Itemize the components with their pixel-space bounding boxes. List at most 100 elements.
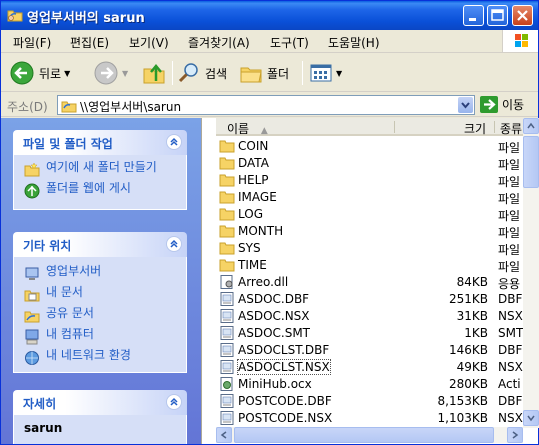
maximize-button[interactable] — [487, 5, 508, 26]
column-name-label: 이름 — [227, 122, 250, 136]
menu-view[interactable]: 보기(V) — [129, 34, 169, 51]
go-button[interactable]: 이동 — [480, 96, 524, 113]
close-button[interactable] — [512, 5, 533, 26]
search-button[interactable]: 검색 — [177, 59, 227, 87]
menu-edit[interactable]: 편집(E) — [70, 34, 109, 51]
task-publish-web[interactable]: 폴더를 웹에 게시 — [24, 182, 178, 199]
folder-share-icon — [61, 101, 77, 113]
file-row[interactable]: SYS 파일 — [216, 240, 523, 257]
folders-label: 폴더 — [267, 66, 290, 81]
scroll-right-button[interactable] — [507, 427, 523, 443]
shared-documents-icon — [24, 311, 40, 323]
place-network[interactable]: 내 네트워크 환경 — [24, 349, 178, 366]
place-shared-documents[interactable]: 공유 문서 — [24, 307, 178, 324]
scroll-thumb[interactable] — [523, 136, 539, 188]
up-folder-button[interactable] — [142, 59, 166, 87]
file-tasks-header[interactable]: 파일 및 폴더 작업 — [13, 130, 187, 155]
file-type: Acti — [498, 377, 521, 391]
horizontal-scrollbar[interactable] — [216, 427, 523, 443]
file-row[interactable]: ASDOC.DBF 251KB DBF — [216, 291, 523, 308]
folder-icon — [219, 173, 235, 187]
sort-ascending-icon: ▲ — [260, 126, 268, 136]
file-size: 49KB — [456, 360, 488, 374]
folders-button[interactable]: 폴더 — [239, 59, 289, 87]
search-icon — [178, 63, 198, 83]
folder-icon — [219, 139, 235, 153]
folders-icon — [240, 67, 262, 83]
maximize-icon — [491, 9, 504, 21]
file-row[interactable]: POSTCODE.NSX 1,103KB NSX — [216, 410, 523, 427]
collapse-chevron-icon[interactable] — [166, 134, 182, 150]
file-row[interactable]: HELP 파일 — [216, 172, 523, 189]
my-computer-icon — [25, 329, 39, 345]
menu-tools[interactable]: 도구(T) — [270, 34, 309, 51]
file-name: ASDOC.NSX — [238, 309, 310, 323]
file-type: 파일 — [498, 192, 521, 206]
file-row[interactable]: POSTCODE.DBF 8,153KB DBF — [216, 393, 523, 410]
other-places-title: 기타 위치 — [23, 239, 72, 253]
file-row[interactable]: MONTH 파일 — [216, 223, 523, 240]
close-icon — [517, 10, 528, 21]
views-button[interactable]: ▼ — [309, 59, 342, 87]
file-tasks-title: 파일 및 폴더 작업 — [23, 137, 113, 151]
column-header: 이름 ▲ 크기 종류 — [216, 118, 523, 136]
file-row[interactable]: COIN 파일 — [216, 138, 523, 155]
column-type[interactable]: 종류 — [500, 120, 522, 137]
details-panel: 자세히 sarun — [13, 390, 187, 444]
horizontal-scroll-thumb[interactable] — [234, 427, 494, 443]
forward-arrow-icon — [94, 61, 118, 85]
minimize-button[interactable] — [463, 5, 484, 26]
file-row[interactable]: Arreo.dll 84KB 응용 — [216, 274, 523, 291]
back-button[interactable]: 뒤로 ▼ — [9, 59, 70, 87]
menu-file[interactable]: 파일(F) — [13, 34, 51, 51]
file-row[interactable]: ASDOCLST.NSX 49KB NSX — [216, 359, 523, 376]
file-size: 8,153KB — [437, 394, 488, 408]
file-name: ASDOCLST.DBF — [238, 343, 330, 357]
file-row[interactable]: LOG 파일 — [216, 206, 523, 223]
place-my-documents-label: 내 문서 — [46, 285, 83, 299]
menu-bar: 파일(F) 편집(E) 보기(V) 즐겨찾기(A) 도구(T) 도움말(H) — [1, 30, 538, 53]
scroll-up-button[interactable] — [523, 118, 539, 134]
place-server[interactable]: 영업부서버 — [24, 265, 178, 282]
back-dropdown-icon[interactable]: ▼ — [64, 69, 70, 78]
other-places-header[interactable]: 기타 위치 — [13, 232, 187, 257]
menu-favorites[interactable]: 즐겨찾기(A) — [188, 34, 250, 51]
scroll-down-button[interactable] — [523, 410, 539, 426]
column-size[interactable]: 크기 — [464, 120, 486, 137]
place-my-computer[interactable]: 내 컴퓨터 — [24, 328, 178, 345]
details-body: sarun — [13, 415, 187, 444]
address-bar: 주소(D) \\영업부서버\sarun 이동 — [1, 93, 538, 117]
collapse-chevron-icon[interactable] — [166, 394, 182, 410]
place-my-documents[interactable]: 내 문서 — [24, 286, 178, 303]
address-input[interactable]: \\영업부서버\sarun — [57, 95, 475, 115]
file-type: DBF — [498, 394, 523, 408]
task-new-folder[interactable]: 여기에 새 폴더 만들기 — [24, 161, 178, 178]
file-name: COIN — [238, 139, 269, 153]
file-row[interactable]: ASDOC.SMT 1KB SMT — [216, 325, 523, 342]
collapse-chevron-icon[interactable] — [166, 236, 182, 252]
file-row[interactable]: ASDOC.NSX 31KB NSX — [216, 308, 523, 325]
file-row[interactable]: DATA 파일 — [216, 155, 523, 172]
column-name[interactable]: 이름 ▲ — [227, 120, 268, 137]
vertical-scrollbar[interactable] — [523, 118, 539, 428]
forward-button[interactable]: ▼ — [93, 59, 128, 87]
menu-help[interactable]: 도움말(H) — [328, 34, 380, 51]
doc-icon — [219, 394, 235, 408]
details-title: 자세히 — [23, 397, 57, 411]
folder-share-icon — [7, 10, 23, 22]
forward-dropdown-icon[interactable]: ▼ — [122, 69, 128, 78]
network-computer-icon — [25, 267, 39, 280]
address-dropdown-button[interactable] — [458, 97, 473, 113]
file-type: 파일 — [498, 209, 521, 223]
dll-icon — [219, 275, 235, 289]
file-row[interactable]: IMAGE 파일 — [216, 189, 523, 206]
file-row[interactable]: TIME 파일 — [216, 257, 523, 274]
file-row[interactable]: MiniHub.ocx 280KB Acti — [216, 376, 523, 393]
file-row[interactable]: ASDOCLST.DBF 146KB DBF — [216, 342, 523, 359]
scroll-left-button[interactable] — [216, 427, 232, 443]
views-dropdown-icon[interactable]: ▼ — [336, 69, 342, 78]
file-type: NSX — [498, 360, 523, 374]
ocx-icon — [219, 377, 235, 391]
title-bar[interactable]: 영업부서버의 sarun — [1, 1, 538, 30]
details-header[interactable]: 자세히 — [13, 390, 187, 415]
